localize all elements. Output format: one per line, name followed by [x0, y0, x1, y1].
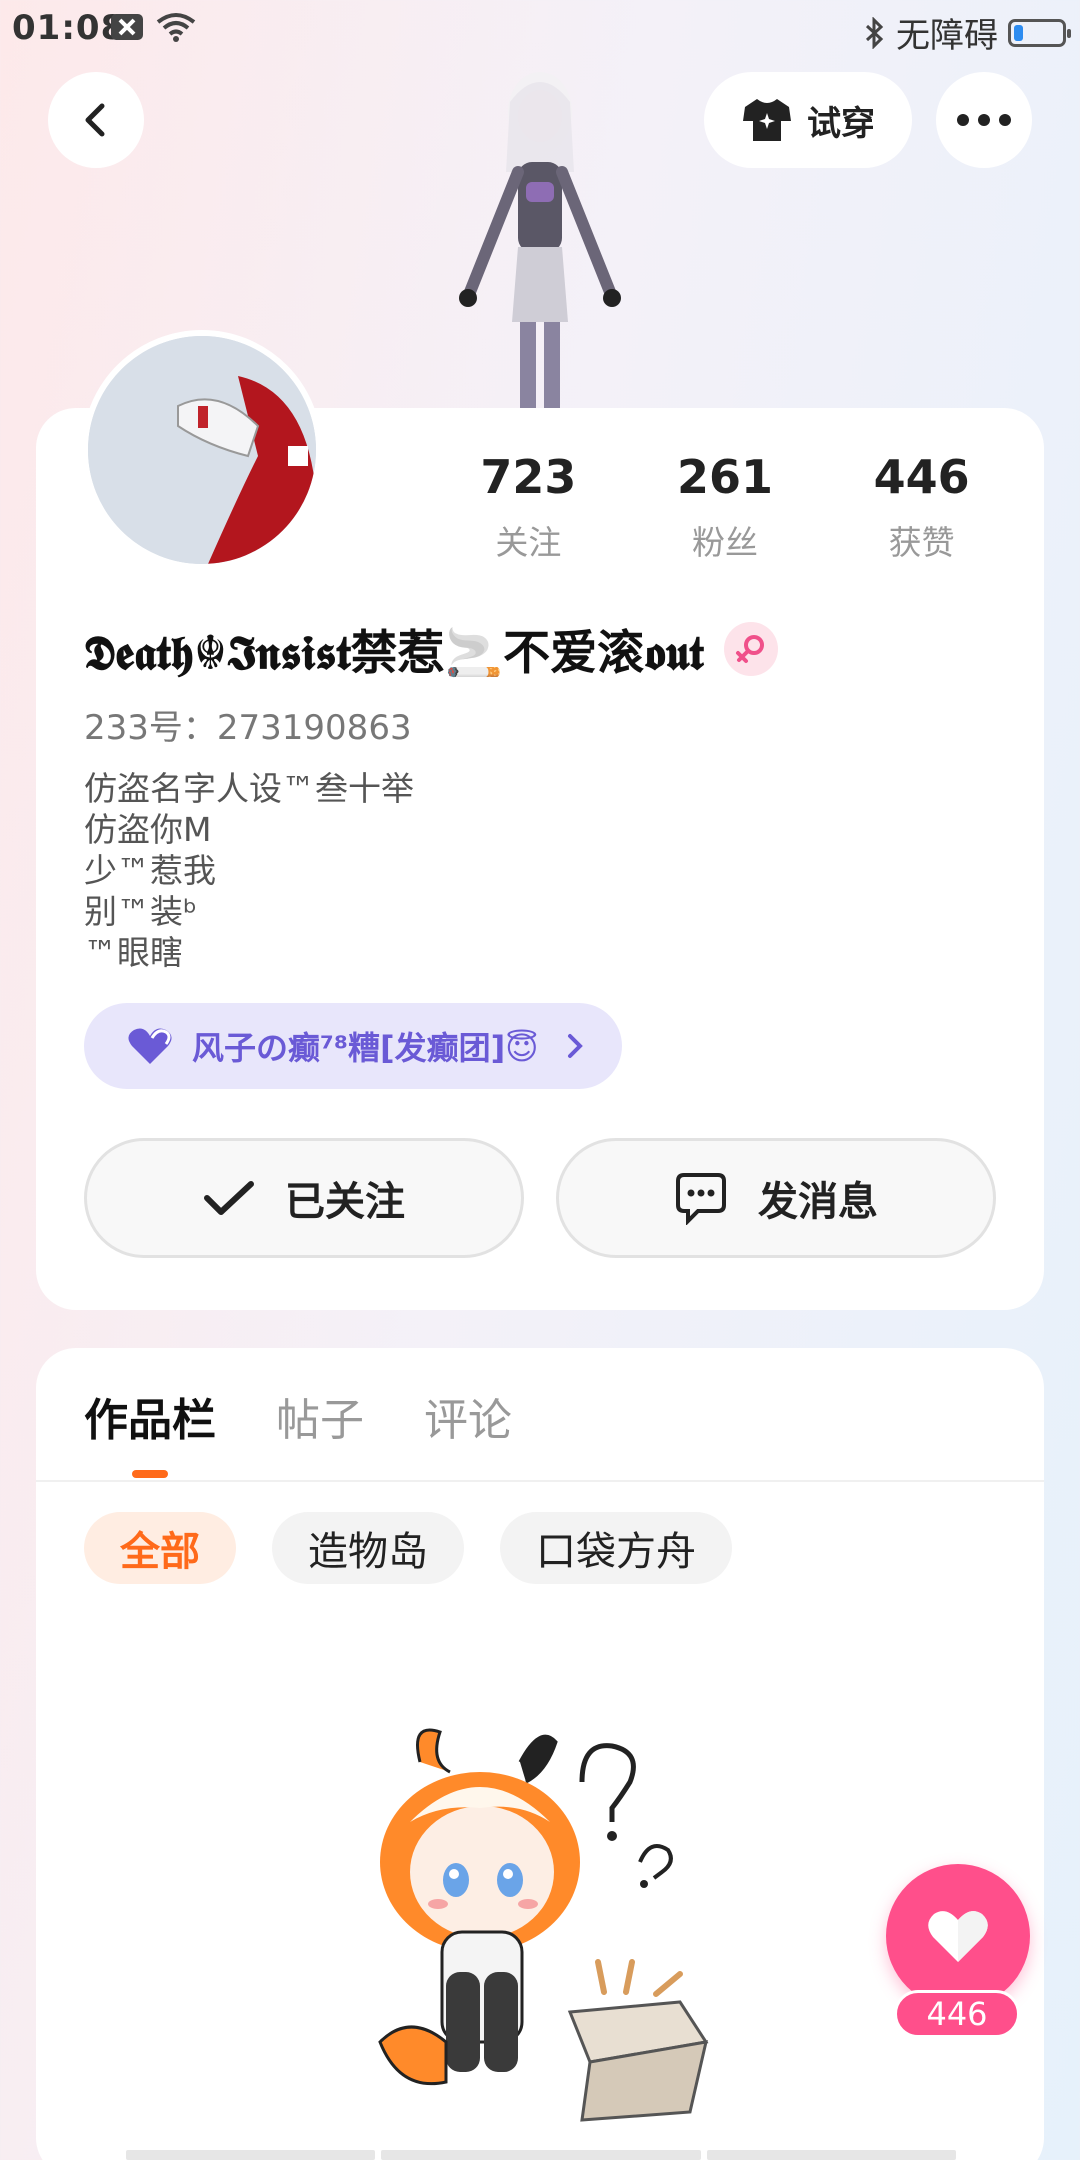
club-badge[interactable]: 风子の癫⁷⁸糟[发癫团]😇 — [84, 1003, 622, 1089]
bio-line: 别™装ᵇ — [84, 892, 198, 931]
stat-following[interactable]: 723 关注 — [430, 450, 627, 564]
more-button[interactable] — [936, 72, 1032, 168]
stat-label: 粉丝 — [692, 523, 758, 562]
tab-works[interactable]: 作品栏 — [84, 1384, 216, 1448]
try-on-label: 试穿 — [807, 103, 875, 144]
wifi-icon — [156, 13, 196, 42]
active-tab-indicator — [132, 1470, 168, 1478]
tab-posts[interactable]: 帖子 — [276, 1384, 364, 1448]
message-button[interactable]: 发消息 — [556, 1138, 996, 1258]
stat-value: 446 — [873, 450, 970, 504]
profile-stats: 723 关注 261 粉丝 446 获赞 — [430, 450, 1020, 564]
bio: 仿盗名字人设™叁十举 仿盗你M 少™惹我 别™装ᵇ ™眼瞎 — [84, 768, 414, 973]
battery-icon — [1008, 18, 1071, 47]
bluetooth-icon — [865, 16, 884, 49]
stat-value: 261 — [676, 450, 774, 504]
female-icon — [735, 634, 764, 663]
stat-label: 获赞 — [888, 523, 955, 562]
bottom-placeholders — [126, 2150, 956, 2160]
status-time: 01:08 — [12, 8, 126, 48]
followed-button[interactable]: 已关注 — [84, 1138, 524, 1258]
bio-line: 仿盗你M — [84, 810, 212, 849]
avatar[interactable] — [82, 330, 322, 570]
message-label: 发消息 — [758, 1179, 878, 1225]
followed-label: 已关注 — [285, 1179, 405, 1225]
like-button[interactable] — [886, 1864, 1030, 2008]
more-dots-icon — [957, 114, 1011, 126]
avatar-3d-figure — [459, 72, 621, 408]
try-on-button[interactable]: 试穿 — [704, 72, 912, 168]
like-count: 446 — [894, 1990, 1020, 2038]
avatar-image — [88, 336, 316, 564]
stat-value: 723 — [480, 450, 577, 504]
filter-pocket-ark[interactable]: 口袋方舟 — [500, 1512, 732, 1584]
club-label: 风子の癫⁷⁸糟[发癫团]😇 — [192, 1029, 539, 1067]
purple-heart-icon — [128, 1028, 172, 1064]
stat-likes[interactable]: 446 获赞 — [823, 450, 1020, 564]
filter-chips: 全部 造物岛 口袋方舟 — [84, 1512, 732, 1584]
filter-creation-island[interactable]: 造物岛 — [272, 1512, 464, 1584]
stat-label: 关注 — [495, 523, 562, 562]
tshirt-icon — [743, 99, 791, 141]
notification-icon — [111, 14, 143, 40]
back-button[interactable] — [48, 72, 144, 168]
content-tabs: 作品栏 帖子 评论 — [84, 1384, 512, 1448]
gender-badge — [723, 621, 778, 676]
accessibility-label: 无障碍 — [896, 16, 998, 56]
checkmark-icon — [204, 1181, 254, 1215]
chat-bubble-icon — [676, 1173, 726, 1225]
bio-line: ™眼瞎 — [84, 933, 183, 972]
tab-comments[interactable]: 评论 — [424, 1384, 512, 1448]
heart-icon — [928, 1911, 988, 1962]
bio-line: 少™惹我 — [84, 851, 216, 890]
back-icon — [85, 103, 105, 137]
status-bar: 01:08 无障碍 — [0, 0, 1080, 56]
chevron-right-icon — [568, 1034, 583, 1058]
username-row: 𝕯𝖊𝖆𝖙𝖍☬𝕴𝖓𝖘𝖎𝖘𝖙禁惹🚬不爱滚𝖔𝖚𝖙 — [84, 614, 778, 683]
filter-all[interactable]: 全部 — [84, 1512, 236, 1584]
empty-state-illustration — [378, 1728, 709, 2122]
username: 𝕯𝖊𝖆𝖙𝖍☬𝕴𝖓𝖘𝖎𝖘𝖙禁惹🚬不爱滚𝖔𝖚𝖙 — [84, 626, 704, 681]
stat-followers[interactable]: 261 粉丝 — [627, 450, 824, 564]
bio-line: 仿盗名字人设™叁十举 — [84, 769, 414, 808]
tabs-divider — [36, 1480, 1044, 1482]
status-icons — [110, 12, 196, 42]
user-id: 233号：273190863 — [84, 708, 412, 748]
